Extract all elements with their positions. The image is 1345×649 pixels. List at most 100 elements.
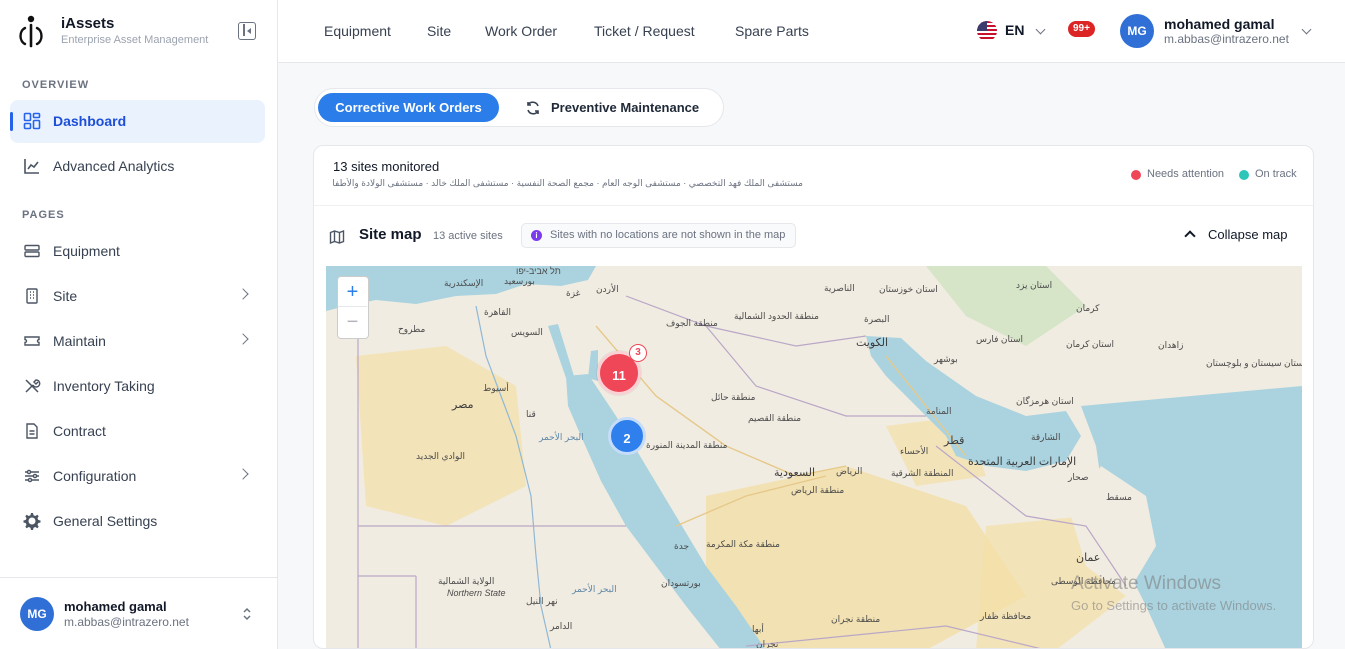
map-label: منطقة نجران bbox=[831, 614, 881, 624]
map-label: المنطقة الشرقية bbox=[891, 468, 954, 478]
chevron-up-icon[interactable] bbox=[1184, 230, 1196, 242]
sidebar-item-label: Maintain bbox=[53, 333, 106, 349]
chevron-down-icon[interactable] bbox=[1035, 24, 1046, 35]
user-email: m.abbas@intrazero.net bbox=[64, 615, 189, 629]
tab-corrective-work-orders[interactable]: Corrective Work Orders bbox=[318, 93, 499, 122]
map-label: زاهدان bbox=[1158, 340, 1184, 350]
map-label: مصر bbox=[452, 399, 474, 411]
user-name[interactable]: mohamed gamal bbox=[1164, 16, 1274, 32]
map-label: תל אביב-יפו bbox=[516, 266, 561, 276]
map-label: بورسعيد bbox=[504, 276, 535, 286]
map-label: مطروح bbox=[398, 324, 426, 334]
map-label: السعودية bbox=[774, 467, 816, 479]
map-label: الشارقة bbox=[1031, 432, 1061, 442]
map-icon bbox=[329, 229, 345, 245]
sidebar-item-contract[interactable]: Contract bbox=[10, 410, 265, 453]
gear-icon bbox=[23, 513, 41, 530]
map-label: الأردن bbox=[596, 284, 619, 294]
chevron-updown-icon bbox=[243, 607, 251, 621]
sidebar-item-general-settings[interactable]: General Settings bbox=[10, 500, 265, 543]
sidebar-item-label: Advanced Analytics bbox=[53, 158, 175, 174]
tools-icon bbox=[25, 379, 41, 393]
zoom-in-button[interactable]: + bbox=[338, 277, 367, 307]
sliders-icon bbox=[25, 469, 39, 483]
sidebar-item-advanced-analytics[interactable]: Advanced Analytics bbox=[10, 145, 265, 188]
sidebar-item-dashboard[interactable]: Dashboard bbox=[10, 100, 265, 143]
map-label: نجران bbox=[756, 639, 779, 649]
sidebar-item-configuration[interactable]: Configuration bbox=[10, 455, 265, 498]
active-sites-count: 13 active sites bbox=[433, 230, 503, 242]
zoom-controls: + − bbox=[337, 276, 369, 339]
tab-preventive-maintenance[interactable]: Preventive Maintenance bbox=[551, 100, 699, 115]
site-map[interactable]: الإسكندرية بورسعيد תל אביב-יפו غزة الأرد… bbox=[326, 266, 1302, 649]
iassets-logo-icon bbox=[19, 15, 43, 48]
map-info-text: Sites with no locations are not shown in… bbox=[550, 229, 786, 241]
sidebar-user-menu[interactable]: MG mohamed gamal m.abbas@intrazero.net bbox=[0, 577, 278, 649]
map-label: الرياض bbox=[836, 466, 863, 476]
map-label: جدة bbox=[674, 541, 690, 551]
map-label: الدامر bbox=[550, 621, 573, 631]
map-label: كرمان bbox=[1076, 303, 1100, 313]
sidebar-item-label: Site bbox=[53, 288, 78, 304]
language-selector[interactable]: EN bbox=[1005, 22, 1024, 38]
site-map-title: Site map bbox=[359, 226, 422, 243]
map-label: منطقة الجوف bbox=[666, 318, 718, 328]
top-nav-spare-parts[interactable]: Spare Parts bbox=[735, 23, 809, 39]
server-icon bbox=[24, 244, 40, 258]
activate-windows-subtitle: Go to Settings to activate Windows. bbox=[1071, 598, 1277, 613]
sidebar-collapse-icon[interactable] bbox=[238, 22, 256, 40]
map-label: البصرة bbox=[864, 314, 890, 324]
user-name: mohamed gamal bbox=[64, 599, 167, 614]
document-icon bbox=[26, 423, 38, 439]
site-map-card: 13 sites monitored مستشفى الملك فهد التخ… bbox=[313, 145, 1314, 649]
collapse-map-button[interactable]: Collapse map bbox=[1208, 227, 1288, 242]
map-label: السويس bbox=[511, 327, 543, 337]
us-flag-icon[interactable] bbox=[977, 21, 997, 41]
sidebar-item-inventory-taking[interactable]: Inventory Taking bbox=[10, 365, 265, 408]
map-label: القاهرة bbox=[484, 307, 511, 317]
top-nav-ticket-request[interactable]: Ticket / Request bbox=[594, 23, 695, 39]
legend-needs-attention: Needs attention bbox=[1147, 168, 1225, 180]
user-email: m.abbas@intrazero.net bbox=[1164, 32, 1289, 46]
sites-summary: 13 sites monitored مستشفى الملك فهد التخ… bbox=[314, 146, 1313, 206]
on-track-dot bbox=[1239, 170, 1249, 180]
map-label: الأحساء bbox=[900, 446, 929, 456]
map-info-note: i Sites with no locations are not shown … bbox=[521, 223, 797, 248]
map-label: منطقة الحدود الشمالية bbox=[734, 311, 819, 321]
zoom-out-button[interactable]: − bbox=[338, 307, 367, 337]
top-nav-site[interactable]: Site bbox=[427, 23, 451, 39]
sidebar-item-equipment[interactable]: Equipment bbox=[10, 230, 265, 273]
dashboard-icon bbox=[23, 112, 41, 130]
sidebar-item-maintain[interactable]: Maintain bbox=[10, 320, 265, 363]
map-label: استان هرمزگان bbox=[1016, 396, 1074, 406]
site-cluster-on-track[interactable]: 2 bbox=[608, 417, 646, 455]
avatar[interactable]: MG bbox=[1120, 14, 1154, 48]
map-label: استان كرمان bbox=[1066, 339, 1115, 349]
map-label: قنا bbox=[526, 409, 536, 419]
top-nav-equipment[interactable]: Equipment bbox=[324, 23, 391, 39]
sidebar-item-label: General Settings bbox=[53, 513, 158, 529]
cluster-alert-badge: 3 bbox=[629, 344, 647, 362]
topbar: Equipment Site Work Order Ticket / Reque… bbox=[278, 0, 1345, 63]
map-label: الكويت bbox=[856, 337, 889, 349]
map-label: استان سيستان و بلوچستان bbox=[1206, 358, 1302, 368]
section-label-pages: PAGES bbox=[22, 209, 65, 221]
map-label: غزة bbox=[566, 288, 581, 298]
top-nav-work-order[interactable]: Work Order bbox=[485, 23, 557, 39]
map-label: البحر الأحمر bbox=[572, 584, 617, 594]
map-label: بوشهر bbox=[934, 354, 958, 364]
sidebar-item-site[interactable]: Site bbox=[10, 275, 265, 318]
notification-badge[interactable]: 99+ bbox=[1068, 21, 1095, 37]
map-label: مسقط bbox=[1106, 492, 1132, 502]
refresh-icon bbox=[527, 101, 539, 115]
sidebar-item-label: Configuration bbox=[53, 468, 137, 484]
map-label: بورتسودان bbox=[661, 578, 701, 588]
brand[interactable]: iAssets Enterprise Asset Management bbox=[16, 12, 266, 52]
chevron-right-icon bbox=[237, 468, 249, 480]
chart-icon bbox=[24, 159, 39, 174]
map-label: استان يزد bbox=[1016, 280, 1053, 290]
chevron-down-icon[interactable] bbox=[1301, 24, 1312, 35]
map-label: الإمارات العربية المتحدة bbox=[968, 456, 1077, 468]
sidebar-item-label: Inventory Taking bbox=[53, 378, 155, 394]
work-order-tabs: Corrective Work Orders Preventive Mainte… bbox=[314, 88, 724, 127]
